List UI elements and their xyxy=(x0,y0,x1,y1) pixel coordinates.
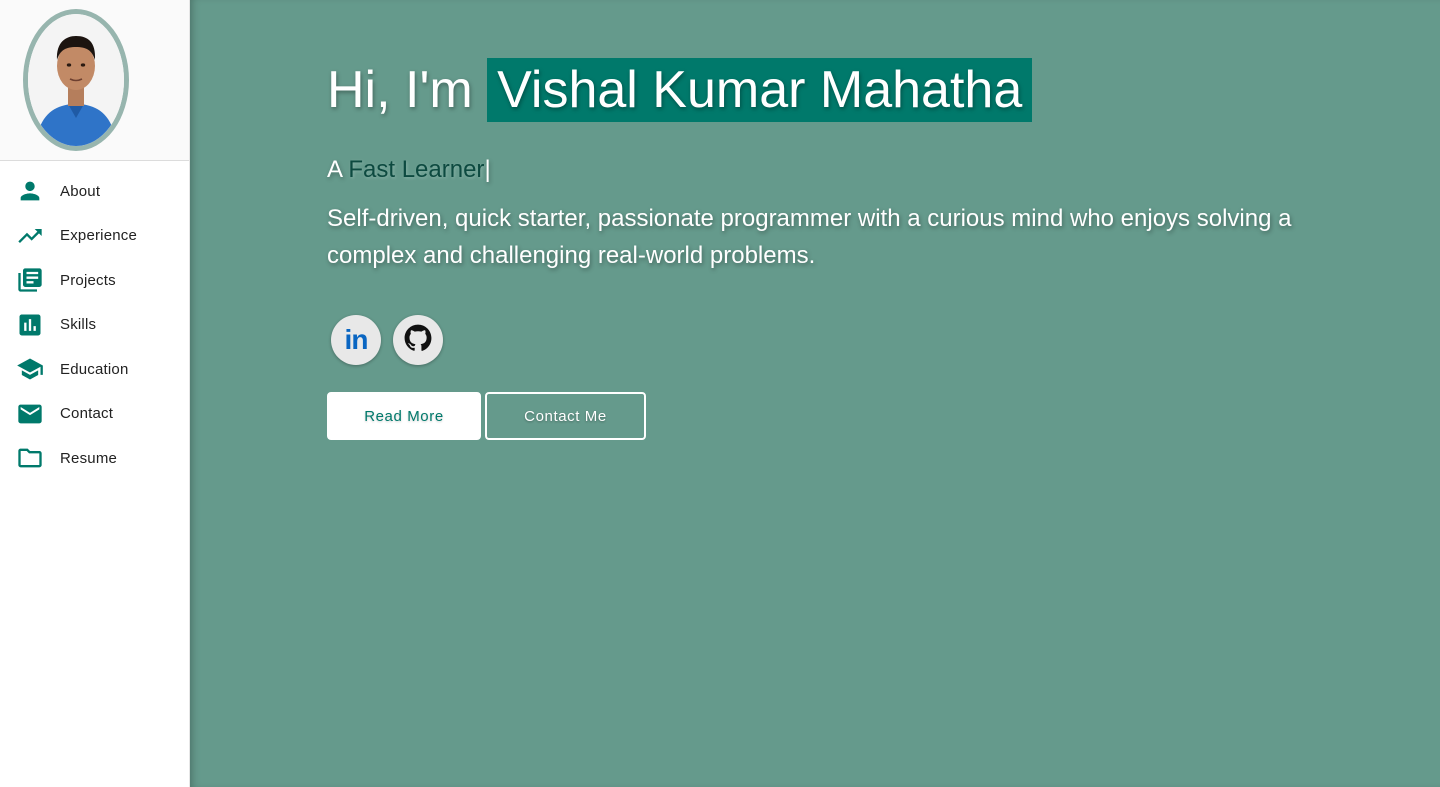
sidebar-nav: About Experience Projects Skills Educati… xyxy=(0,161,189,481)
linkedin-icon: in xyxy=(344,324,369,355)
typing-cursor: | xyxy=(484,156,491,183)
mail-icon xyxy=(16,400,44,428)
linkedin-link[interactable]: in xyxy=(331,315,381,365)
typing-word: Fast Learner xyxy=(348,156,485,183)
bar-chart-icon xyxy=(16,311,44,339)
school-icon xyxy=(16,355,44,383)
sidebar-item-skills[interactable]: Skills xyxy=(0,303,189,348)
sidebar-item-education[interactable]: Education xyxy=(0,347,189,392)
github-icon xyxy=(404,324,432,357)
library-books-icon xyxy=(16,266,44,294)
read-more-button[interactable]: Read More xyxy=(327,392,481,440)
person-icon xyxy=(16,177,44,205)
sidebar-item-label: Resume xyxy=(60,449,118,467)
typing-prefix: A xyxy=(327,156,342,183)
hero-section: Hi, I'm Vishal Kumar Mahatha A Fast Lear… xyxy=(190,0,1440,787)
sidebar-item-projects[interactable]: Projects xyxy=(0,258,189,303)
sidebar-item-label: Projects xyxy=(60,271,116,289)
sidebar-item-about[interactable]: About xyxy=(0,169,189,214)
profile-header xyxy=(0,0,189,161)
sidebar-item-experience[interactable]: Experience xyxy=(0,214,189,259)
folder-icon xyxy=(16,444,44,472)
sidebar-item-label: Education xyxy=(60,360,129,378)
contact-me-button[interactable]: Contact Me xyxy=(485,392,646,440)
typing-tagline: A Fast Learner| xyxy=(327,155,491,185)
hero-actions: Read More Contact Me xyxy=(327,392,646,440)
sidebar-item-label: Contact xyxy=(60,405,114,423)
avatar xyxy=(23,9,129,151)
page-title: Hi, I'm Vishal Kumar Mahatha xyxy=(327,58,1033,122)
profile-photo xyxy=(28,14,124,146)
sidebar-item-label: Skills xyxy=(60,316,97,334)
sidebar: About Experience Projects Skills Educati… xyxy=(0,0,190,787)
social-links: in xyxy=(331,315,443,365)
sidebar-item-label: Experience xyxy=(60,227,138,245)
trending-up-icon xyxy=(16,222,44,250)
sidebar-item-label: About xyxy=(60,182,101,200)
sidebar-item-contact[interactable]: Contact xyxy=(0,392,189,437)
name-highlight: Vishal Kumar Mahatha xyxy=(487,58,1033,122)
sidebar-item-resume[interactable]: Resume xyxy=(0,436,189,481)
greeting-text: Hi, I'm xyxy=(327,61,473,119)
github-link[interactable] xyxy=(393,315,443,365)
bio-text: Self-driven, quick starter, passionate p… xyxy=(327,205,1292,269)
